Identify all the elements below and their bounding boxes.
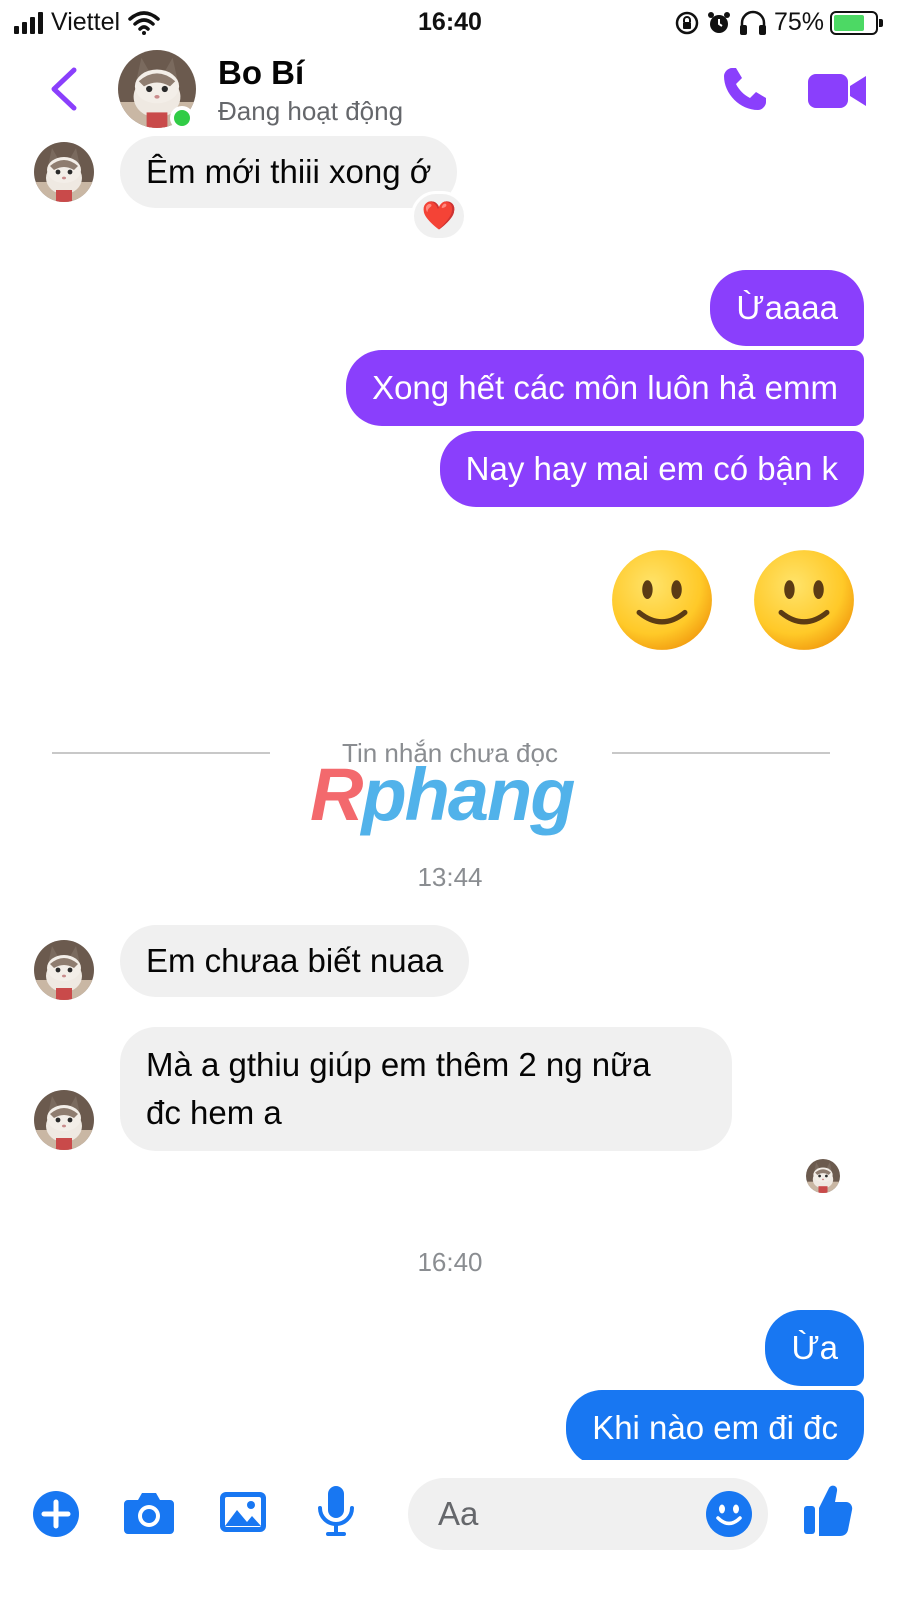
orientation-lock-icon — [675, 11, 699, 34]
smiley-icon[interactable] — [704, 1489, 754, 1539]
status-bar: Viettel 16:40 75% — [0, 0, 900, 44]
message-bubble-incoming[interactable]: Mà a gthiu giúp em thêm 2 ng nữa đc hem … — [120, 1027, 732, 1151]
video-call-button[interactable] — [808, 68, 868, 112]
message-input[interactable] — [438, 1492, 698, 1536]
cat-photo-icon — [806, 1159, 840, 1193]
image-icon[interactable] — [218, 1488, 268, 1536]
message-bubble-incoming[interactable]: Em chưaa biết nuaa — [120, 925, 470, 997]
alarm-icon — [707, 11, 730, 33]
slightly-smiling-face-icon[interactable] — [752, 548, 856, 652]
message-bubble-outgoing[interactable]: Nay hay mai em có bận k — [439, 431, 864, 507]
plus-icon[interactable] — [32, 1490, 80, 1538]
message-bubble-incoming[interactable]: Êm mới thiii xong ớ — [120, 136, 458, 208]
heart-reaction-icon[interactable]: ❤️ — [411, 191, 467, 241]
cat-photo-icon — [34, 1090, 94, 1150]
online-indicator — [170, 106, 194, 130]
message-line: Mà a gthiu giúp em thêm 2 ng nữa — [146, 1046, 651, 1083]
contact-status: Đang hoạt động — [218, 96, 404, 126]
message-line: đc hem a — [146, 1094, 282, 1131]
cat-photo-icon — [34, 940, 94, 1000]
headphones-icon — [739, 10, 766, 35]
microphone-icon[interactable] — [316, 1484, 356, 1538]
status-bar-right: 75% — [674, 8, 883, 37]
back-button[interactable] — [44, 64, 84, 114]
watermark-first-letter: R — [310, 753, 363, 836]
battery-icon — [830, 10, 883, 35]
cat-photo-icon — [34, 142, 94, 202]
sender-avatar[interactable] — [34, 1090, 94, 1150]
message-composer[interactable] — [408, 1478, 768, 1550]
reaction-emoji: ❤️ — [421, 200, 457, 231]
message-timestamp: 13:44 — [417, 862, 483, 892]
watermark-logo: Rphang — [310, 752, 575, 837]
seen-receipt-avatar — [806, 1159, 840, 1193]
camera-icon[interactable] — [122, 1488, 176, 1536]
message-bubble-outgoing[interactable]: Khi nào em đi đc — [566, 1390, 864, 1466]
sender-avatar[interactable] — [34, 142, 94, 202]
contact-name[interactable]: Bo Bí — [218, 54, 304, 92]
battery-fill — [834, 14, 864, 31]
thumbs-up-icon[interactable] — [802, 1482, 854, 1538]
slightly-smiling-face-icon[interactable] — [610, 548, 714, 652]
watermark-rest: phang — [361, 753, 575, 836]
message-bubble-outgoing[interactable]: Xong hết các môn luôn hả emm — [346, 350, 864, 426]
composer-bar — [0, 1460, 900, 1600]
sender-avatar[interactable] — [34, 940, 94, 1000]
call-button[interactable] — [720, 64, 770, 114]
message-bubble-outgoing[interactable]: Ừaaaa — [710, 270, 864, 346]
message-timestamp: 16:40 — [417, 1247, 483, 1277]
message-bubble-outgoing[interactable]: Ừa — [765, 1310, 864, 1386]
battery-percent: 75% — [773, 8, 824, 36]
chat-header: Bo Bí Đang hoạt động — [0, 44, 900, 140]
